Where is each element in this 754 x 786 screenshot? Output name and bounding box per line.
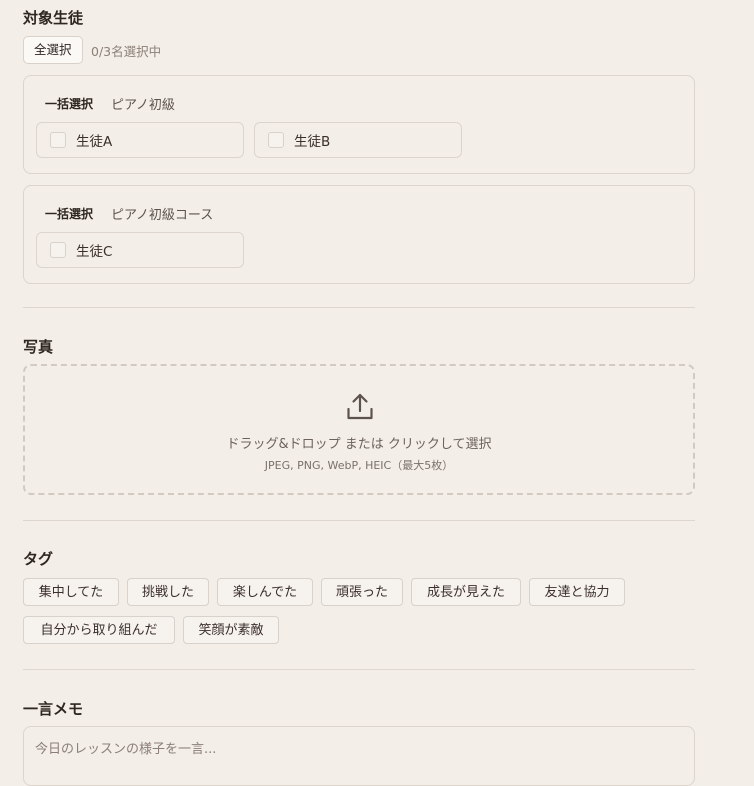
student-name: 生徒B [294,134,331,150]
tags-section-title: タグ [23,550,54,568]
tag-button[interactable]: 挑戦した [127,578,209,606]
dropzone-formats: JPEG, PNG, WebP, HEIC（最大5枚） [264,459,454,472]
memo-input[interactable] [23,726,695,786]
student-checkbox[interactable] [50,242,66,258]
tag-button[interactable]: 頑張った [321,578,403,606]
student-name: 生徒A [76,134,113,150]
photo-dropzone[interactable]: ドラッグ&ドロップ または クリックして選択 JPEG, PNG, WebP, … [23,364,695,495]
tag-button[interactable]: 集中してた [23,578,119,606]
tag-button[interactable]: 友達と協力 [529,578,625,606]
upload-icon [345,392,375,426]
student-checkbox[interactable] [50,132,66,148]
student-group: 一括選択 ピアノ初級 生徒A 生徒B [23,75,695,174]
tag-button[interactable]: 笑顔が素敵 [183,616,279,644]
tag-button[interactable]: 自分から取り組んだ [23,616,175,644]
bulk-select-button[interactable]: 一括選択 [45,95,93,112]
section-divider [23,520,695,521]
student-group: 一括選択 ピアノ初級コース 生徒C [23,185,695,284]
student-option[interactable]: 生徒B [254,122,462,158]
student-option[interactable]: 生徒A [36,122,244,158]
student-option[interactable]: 生徒C [36,232,244,268]
tag-button[interactable]: 成長が見えた [411,578,521,606]
photo-section-title: 写真 [23,338,54,356]
tag-button[interactable]: 楽しんでた [217,578,313,606]
section-divider [23,307,695,308]
section-divider [23,669,695,670]
bulk-select-button[interactable]: 一括選択 [45,205,93,222]
selection-count: 0/3名選択中 [91,44,162,59]
course-name: ピアノ初級 [111,98,175,113]
select-all-button[interactable]: 全選択 [23,36,83,64]
students-section-title: 対象生徒 [23,9,84,27]
dropzone-instructions: ドラッグ&ドロップ または クリックして選択 [226,437,492,452]
student-name: 生徒C [76,244,113,260]
student-checkbox[interactable] [268,132,284,148]
memo-section-title: 一言メモ [23,700,84,718]
course-name: ピアノ初級コース [111,208,214,223]
